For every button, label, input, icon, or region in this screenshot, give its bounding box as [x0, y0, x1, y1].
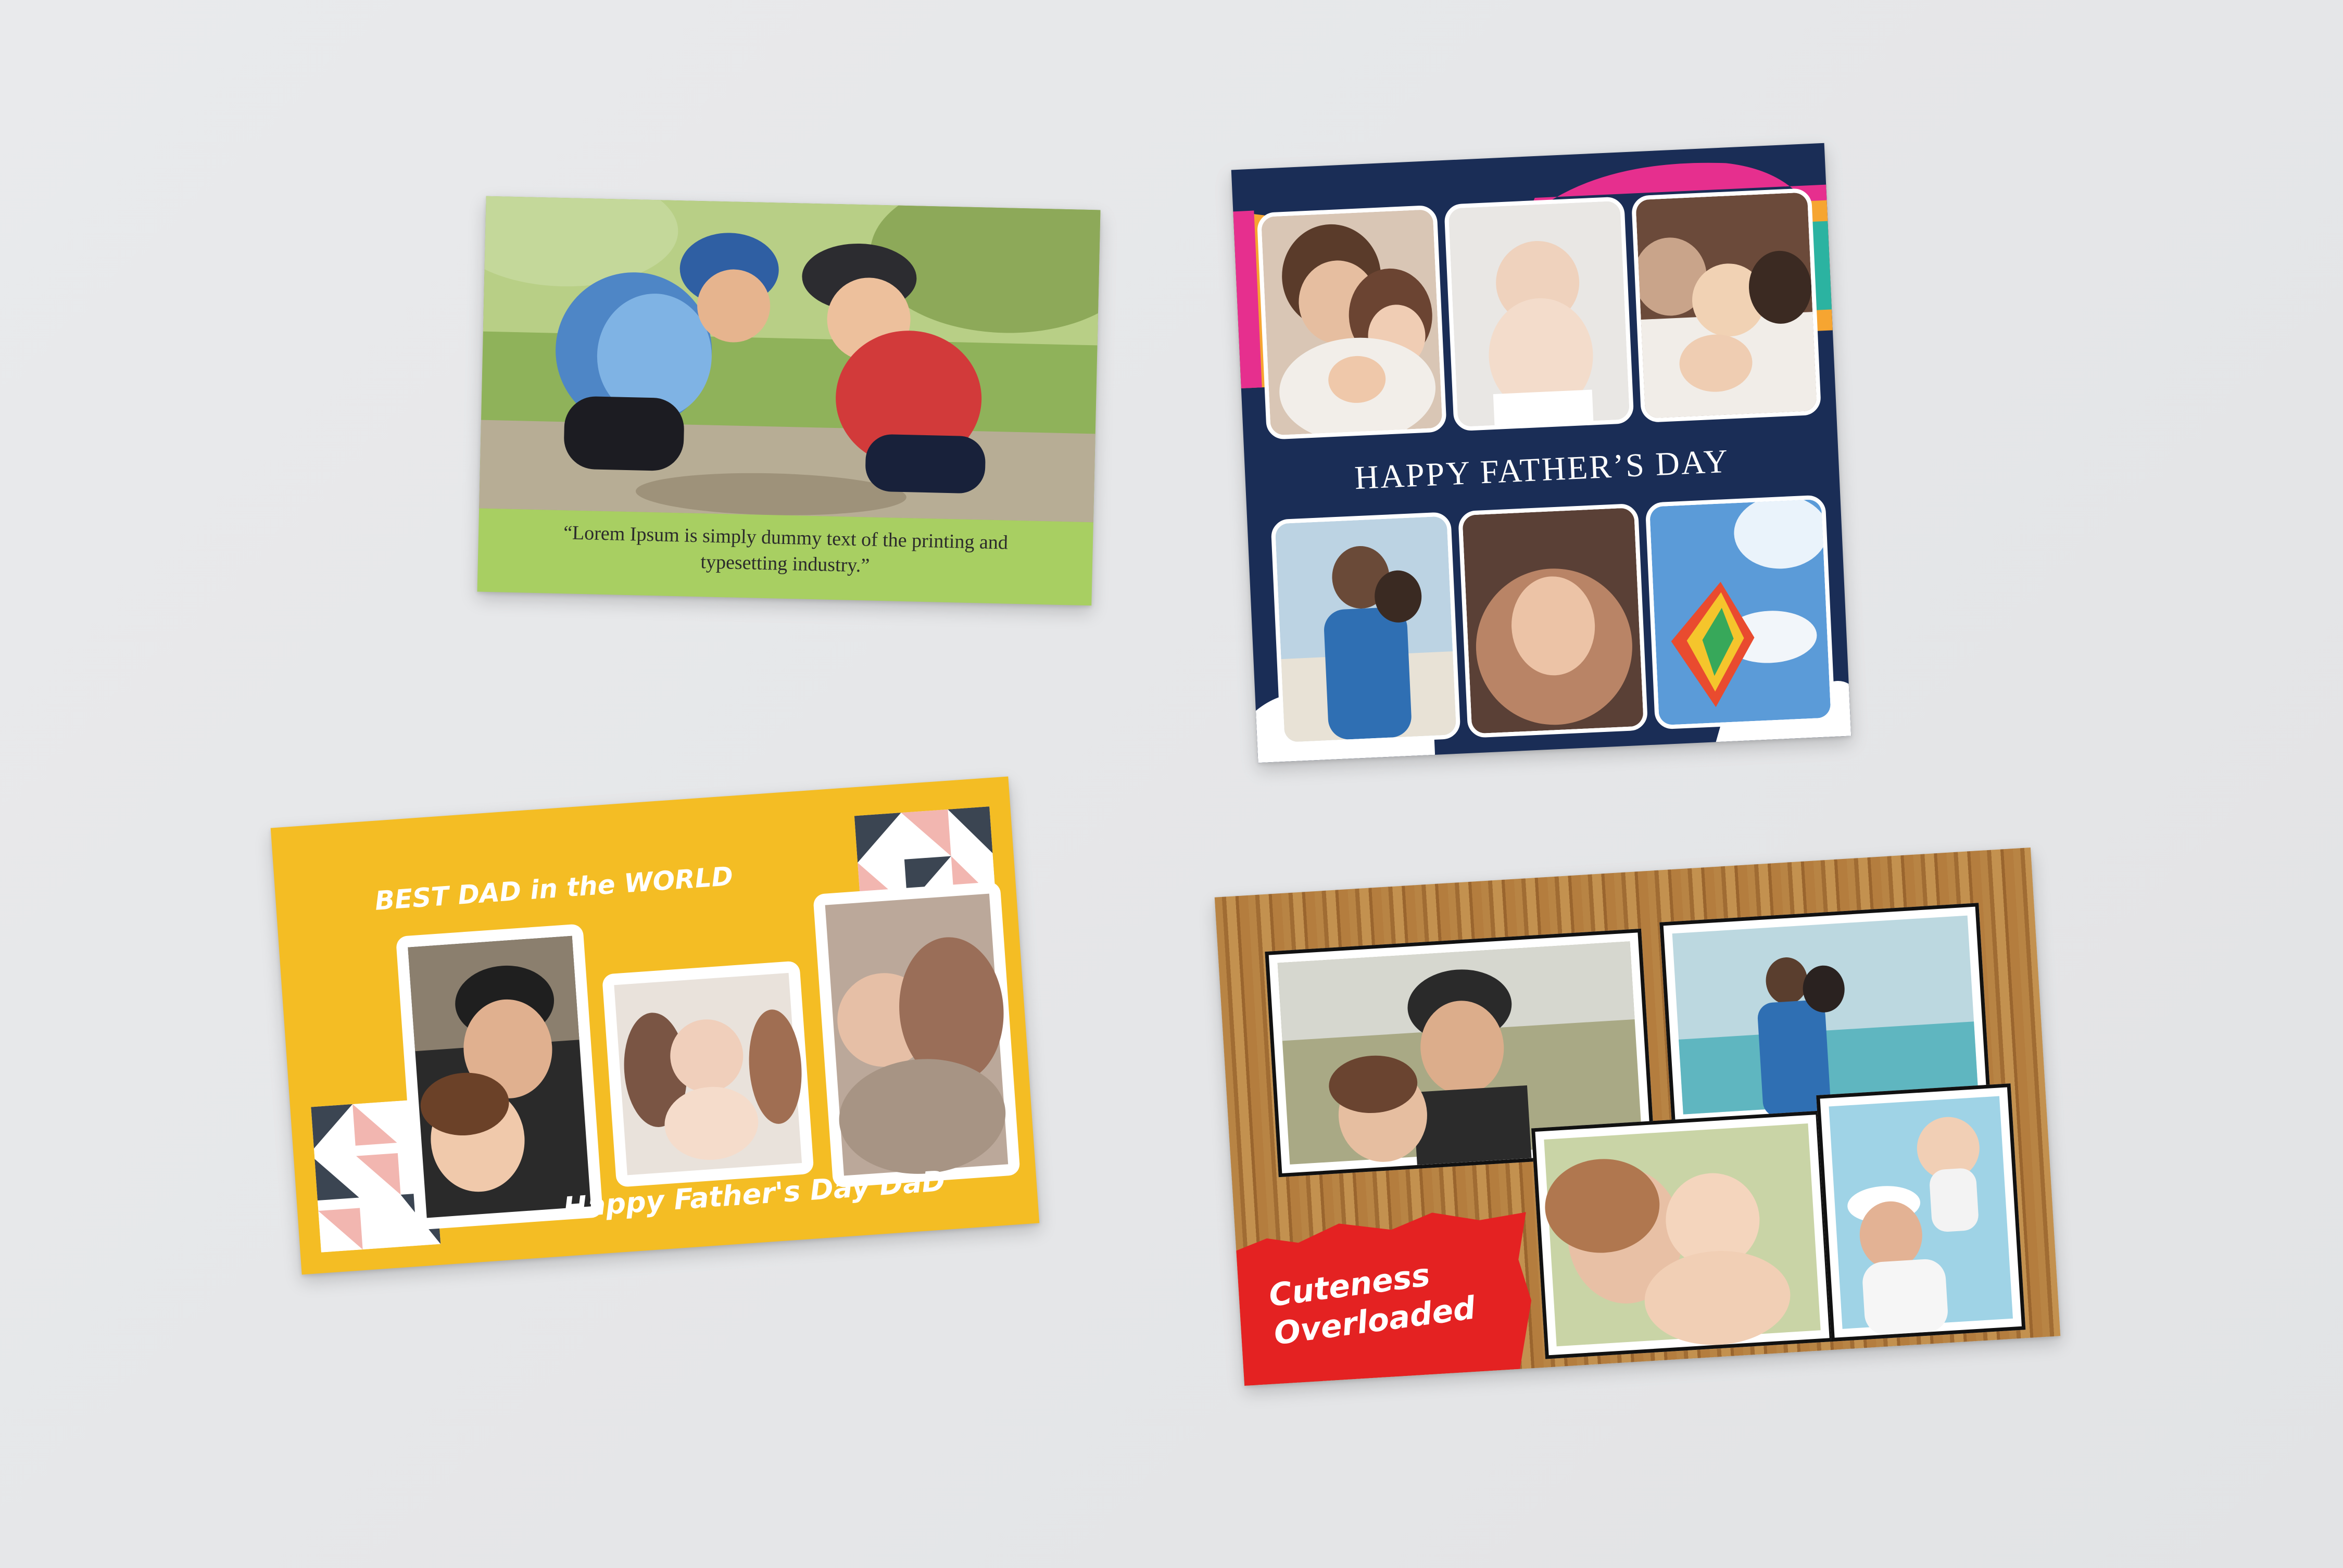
quote-text: “Lorem Ipsum is simply dummy text of the…: [563, 522, 1009, 577]
father-son-sea-photo-frame: [1270, 512, 1461, 747]
family-photo-frame: [1256, 205, 1447, 440]
hands-photo-frame: [1457, 503, 1648, 738]
children-playing-photo: [479, 196, 1101, 523]
kite-sky-photo-frame: [1645, 495, 1835, 730]
cuteness-collage-card: Cuteness Overloaded: [1214, 847, 2061, 1386]
dad-baby-sleeping-photo-frame: [813, 881, 1021, 1188]
fathers-day-collage-card: HAPPY FATHER’S DAY: [1231, 143, 1851, 763]
newborn-photo-frame: [601, 960, 814, 1187]
card-heading: BEST DAD in the WORLD: [373, 861, 734, 916]
dad-daughter-photo-frame: [395, 924, 603, 1230]
baby-photo-frame: [1444, 196, 1634, 432]
quote-card: “Lorem Ipsum is simply dummy text of the…: [477, 196, 1101, 606]
family-bed-photo-frame: [1631, 187, 1822, 423]
mother-lifting-baby-photo-frame: [1816, 1083, 2026, 1342]
mother-baby-photo-frame: [1531, 1110, 1834, 1359]
best-dad-card: BEST DAD in the WORLD Happy Father's Day…: [270, 776, 1040, 1275]
